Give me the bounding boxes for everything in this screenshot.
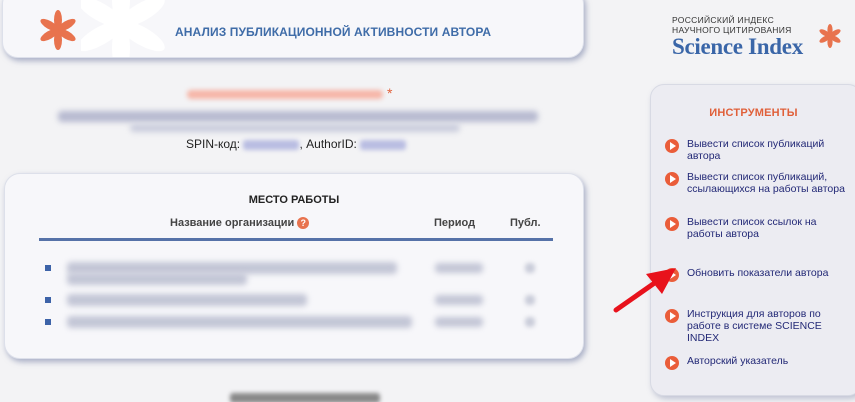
tool-list-publications[interactable]: Вывести список публикаций автора	[665, 138, 845, 162]
play-arrow-icon	[665, 217, 679, 231]
workplace-title: МЕСТО РАБОТЫ	[248, 194, 340, 206]
tool-update-metrics[interactable]: Обновить показатели автора	[665, 267, 845, 282]
tools-title: ИНСТРУМЕНТЫ	[709, 107, 798, 119]
column-organization-label: Название организации	[170, 217, 295, 229]
publications-redacted	[525, 295, 535, 305]
tool-label[interactable]: Вывести список публикаций, ссылающихся н…	[687, 171, 845, 195]
publications-redacted	[525, 263, 535, 273]
tools-panel: ИНСТРУМЕНТЫ Вывести список публикаций ав…	[650, 84, 855, 396]
column-period: Период	[434, 217, 476, 229]
author-ids: SPIN-код: , AuthorID:	[186, 137, 407, 151]
period-redacted	[435, 317, 483, 327]
spin-value-redacted	[243, 139, 300, 150]
table-row	[45, 292, 555, 310]
authorid-label: , AuthorID:	[299, 137, 357, 151]
logo-star-icon	[819, 24, 841, 48]
tool-label[interactable]: Инструкция для авторов по работе в систе…	[687, 308, 845, 344]
period-redacted	[435, 263, 483, 273]
annotation-arrow-icon	[613, 268, 676, 313]
tool-list-citing-publications[interactable]: Вывести список публикаций, ссылающихся н…	[665, 171, 845, 195]
header-divider	[39, 238, 553, 241]
publications-redacted	[525, 317, 535, 327]
organization-redacted-2	[67, 273, 247, 285]
spin-label: SPIN-код:	[186, 137, 241, 151]
column-publications: Публ.	[510, 217, 541, 229]
organization-redacted[interactable]	[67, 294, 307, 306]
bullet-icon	[45, 265, 51, 271]
table-row-continued	[45, 273, 555, 287]
author-affiliation-redacted	[58, 111, 538, 122]
tool-author-index[interactable]: Авторский указатель	[665, 355, 845, 370]
header-panel: АНАЛИЗ ПУБЛИКАЦИОННОЙ АКТИВНОСТИ АВТОРА	[2, 0, 584, 58]
play-arrow-icon	[665, 139, 679, 153]
flower-logo-icon	[40, 10, 76, 50]
period-redacted	[435, 295, 483, 305]
table-row	[45, 314, 555, 332]
column-organization: Название организации?	[170, 217, 310, 230]
bullet-icon	[45, 319, 51, 325]
author-affiliation-redacted-2	[130, 124, 460, 132]
workplace-panel: МЕСТО РАБОТЫ Название организации? Перио…	[4, 173, 584, 359]
help-icon[interactable]: ?	[297, 217, 310, 230]
flower-decor-icon	[81, 0, 165, 57]
organization-redacted[interactable]	[67, 316, 412, 328]
authorid-value-redacted	[360, 139, 407, 150]
tool-list-references[interactable]: Вывести список ссылок на работы автора	[665, 216, 845, 240]
tool-label[interactable]: Вывести список публикаций автора	[687, 138, 845, 162]
tool-label[interactable]: Вывести список ссылок на работы автора	[687, 216, 845, 240]
tool-label[interactable]: Обновить показатели автора	[687, 267, 845, 279]
tool-label[interactable]: Авторский указатель	[687, 355, 845, 367]
author-name-redacted	[187, 90, 383, 99]
tool-author-instructions[interactable]: Инструкция для авторов по работе в систе…	[665, 308, 845, 344]
science-index-logo[interactable]: РОССИЙСКИЙ ИНДЕКС НАУЧНОГО ЦИТИРОВАНИЯ S…	[672, 15, 852, 65]
bullet-icon	[45, 297, 51, 303]
play-arrow-icon	[665, 356, 679, 370]
play-arrow-icon	[665, 172, 679, 186]
next-section-heading-redacted	[230, 393, 380, 402]
page-title: АНАЛИЗ ПУБЛИКАЦИОННОЙ АКТИВНОСТИ АВТОРА	[175, 25, 492, 39]
author-star-icon: *	[387, 85, 393, 101]
